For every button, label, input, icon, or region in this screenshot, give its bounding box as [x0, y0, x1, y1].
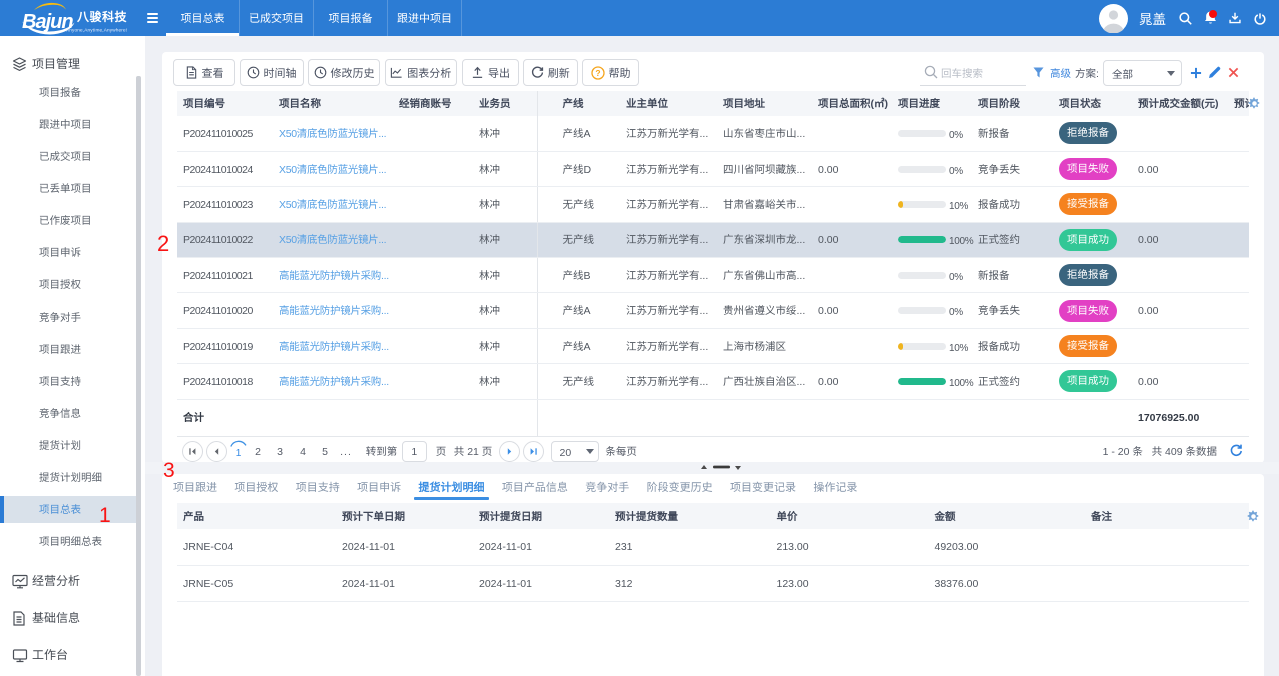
- svg-text:?: ?: [595, 68, 600, 78]
